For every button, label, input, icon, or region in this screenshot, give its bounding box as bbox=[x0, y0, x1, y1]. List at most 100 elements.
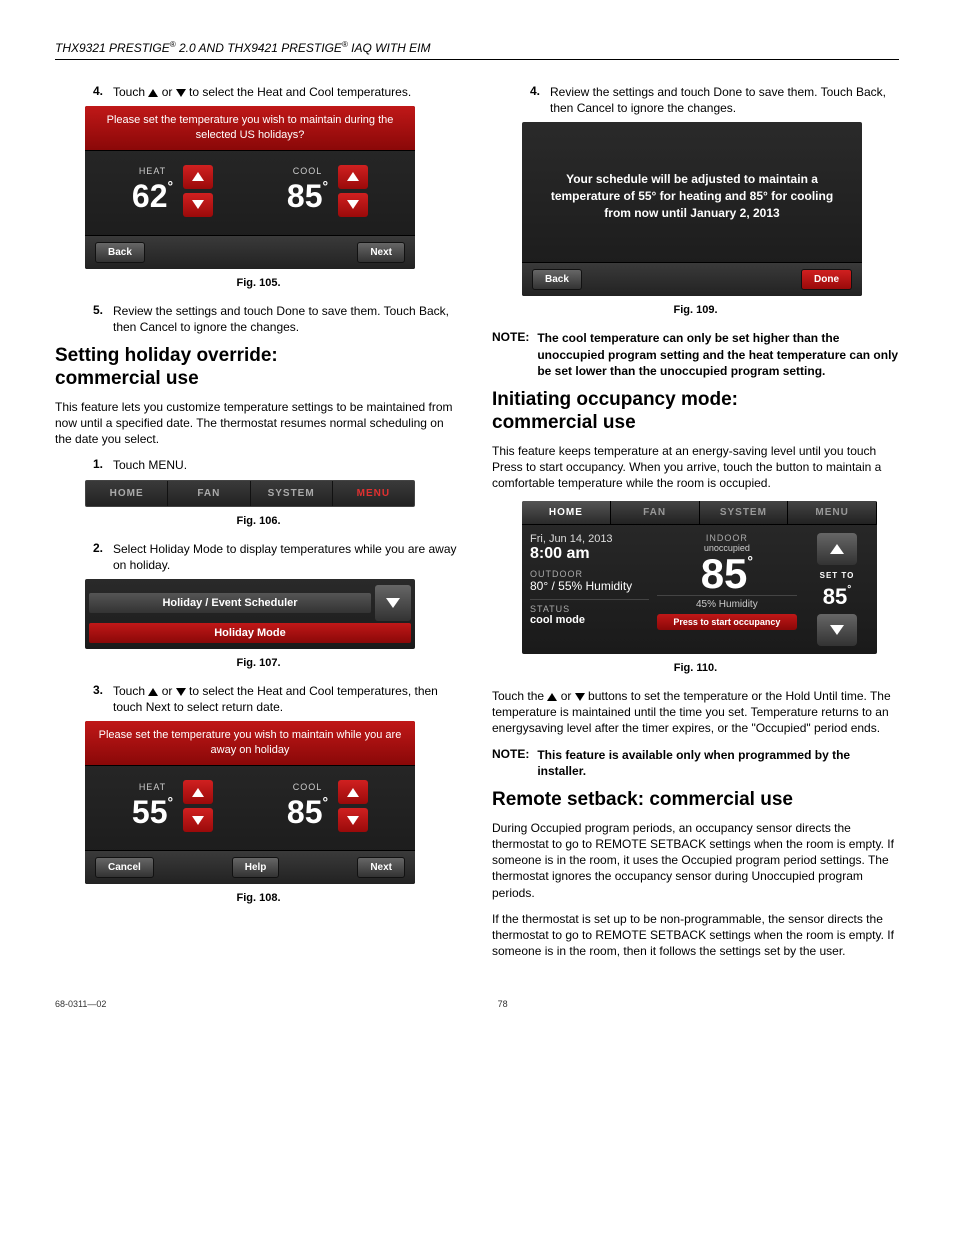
fig109-screen: Your schedule will be adjusted to mainta… bbox=[522, 122, 862, 296]
post-fig110-text: Touch the or buttons to set the temperat… bbox=[492, 688, 899, 737]
date: Fri, Jun 14, 2013 bbox=[530, 533, 649, 545]
note-2: NOTE: This feature is available only whe… bbox=[492, 747, 899, 779]
note-text: This feature is available only when prog… bbox=[537, 747, 899, 779]
tab-system[interactable]: SYSTEM bbox=[251, 481, 333, 506]
tab-menu[interactable]: MENU bbox=[333, 481, 414, 506]
back-button[interactable]: Back bbox=[95, 242, 145, 263]
scheduler-dropdown[interactable] bbox=[375, 585, 411, 621]
set-to-value: 85° bbox=[823, 584, 851, 610]
fig106-tabstrip: HOME FAN SYSTEM MENU bbox=[85, 480, 415, 507]
header-rule bbox=[55, 59, 899, 60]
temp-down-button[interactable] bbox=[817, 614, 857, 646]
time: 8:00 am bbox=[530, 545, 649, 563]
note-label: NOTE: bbox=[492, 747, 529, 779]
doc-number: 68-0311—02 bbox=[55, 999, 106, 1009]
tab-system[interactable]: SYSTEM bbox=[700, 501, 789, 524]
num: 4. bbox=[522, 84, 540, 116]
hdr-b: 2.0 AND THX9421 PRESTIGE bbox=[176, 41, 342, 55]
status-label: STATUS bbox=[530, 604, 649, 614]
schedule-message: Your schedule will be adjusted to mainta… bbox=[522, 122, 862, 262]
heat-label: HEAT bbox=[132, 166, 173, 176]
heat-down-button[interactable] bbox=[183, 193, 213, 217]
cancel-button[interactable]: Cancel bbox=[95, 857, 154, 878]
indoor-temp: 85° bbox=[657, 555, 797, 593]
note-label: NOTE: bbox=[492, 330, 529, 379]
txt: Select Holiday Mode to display temperatu… bbox=[113, 541, 462, 573]
fig107-scheduler: Holiday / Event Scheduler Holiday Mode bbox=[85, 579, 415, 649]
sec1-body: This feature lets you customize temperat… bbox=[55, 399, 462, 448]
prompt-bar: Please set the temperature you wish to m… bbox=[85, 721, 415, 766]
tab-fan[interactable]: FAN bbox=[611, 501, 700, 524]
txt: Review the settings and touch Done to sa… bbox=[113, 303, 462, 335]
status-value: cool mode bbox=[530, 614, 649, 626]
fig105-screen: Please set the temperature you wish to m… bbox=[85, 106, 415, 269]
set-to-label: SET TO bbox=[820, 571, 855, 580]
heat-label: HEAT bbox=[132, 782, 173, 792]
page-number: 78 bbox=[498, 999, 508, 1009]
sec3-p2: If the thermostat is set up to be non-pr… bbox=[492, 911, 899, 960]
num: 1. bbox=[85, 457, 103, 473]
press-to-start-button[interactable]: Press to start occupancy bbox=[657, 614, 797, 630]
fig108-screen: Please set the temperature you wish to m… bbox=[85, 721, 415, 884]
txt: Review the settings and touch Done to sa… bbox=[550, 84, 899, 116]
right-step-4: 4. Review the settings and touch Done to… bbox=[522, 84, 899, 116]
txt: Touch MENU. bbox=[113, 457, 462, 473]
fig110-home-screen: HOME FAN SYSTEM MENU Fri, Jun 14, 2013 8… bbox=[522, 501, 877, 654]
tab-menu[interactable]: MENU bbox=[788, 501, 877, 524]
outdoor-label: OUTDOOR bbox=[530, 569, 649, 579]
down-arrow-icon bbox=[575, 693, 585, 701]
tab-fan[interactable]: FAN bbox=[168, 481, 250, 506]
sec3-p1: During Occupied program periods, an occu… bbox=[492, 820, 899, 901]
cool-value: 85° bbox=[287, 794, 328, 831]
num: 5. bbox=[85, 303, 103, 335]
hdr-a: THX9321 PRESTIGE bbox=[55, 41, 170, 55]
section-occupancy-mode: Initiating occupancy mode: commercial us… bbox=[492, 389, 899, 435]
prompt-bar: Please set the temperature you wish to m… bbox=[85, 106, 415, 151]
sec2-body: This feature keeps temperature at an ene… bbox=[492, 443, 899, 492]
indoor-label: INDOOR bbox=[657, 533, 797, 543]
cool-down-button[interactable] bbox=[338, 808, 368, 832]
page-footer: 68-0311—02 78 bbox=[55, 999, 899, 1009]
next-button[interactable]: Next bbox=[357, 242, 405, 263]
note-1: NOTE: The cool temperature can only be s… bbox=[492, 330, 899, 379]
cool-up-button[interactable] bbox=[338, 165, 368, 189]
up-arrow-icon bbox=[148, 89, 158, 97]
down-arrow-icon bbox=[176, 89, 186, 97]
next-button[interactable]: Next bbox=[357, 857, 405, 878]
section-holiday-override: Setting holiday override: commercial use bbox=[55, 345, 462, 391]
left-step-1: 1. Touch MENU. bbox=[85, 457, 462, 473]
temp-up-button[interactable] bbox=[817, 533, 857, 565]
heat-up-button[interactable] bbox=[183, 165, 213, 189]
fig110-caption: Fig. 110. bbox=[492, 662, 899, 674]
page-header: THX9321 PRESTIGE® 2.0 AND THX9421 PRESTI… bbox=[55, 40, 899, 55]
txt: Touch or to select the Heat and Cool tem… bbox=[113, 84, 462, 100]
up-arrow-icon bbox=[547, 693, 557, 701]
outdoor-value: 80° / 55% Humidity bbox=[530, 579, 649, 593]
heat-value: 62° bbox=[132, 178, 173, 215]
num: 4. bbox=[85, 84, 103, 100]
heat-up-button[interactable] bbox=[183, 780, 213, 804]
done-button[interactable]: Done bbox=[801, 269, 852, 290]
left-step-2: 2. Select Holiday Mode to display temper… bbox=[85, 541, 462, 573]
back-button[interactable]: Back bbox=[532, 269, 582, 290]
cool-label: COOL bbox=[287, 782, 328, 792]
cool-label: COOL bbox=[287, 166, 328, 176]
num: 2. bbox=[85, 541, 103, 573]
hdr-c: IAQ WITH EIM bbox=[348, 41, 431, 55]
heat-value: 55° bbox=[132, 794, 173, 831]
tab-home[interactable]: HOME bbox=[86, 481, 168, 506]
help-button[interactable]: Help bbox=[232, 857, 280, 878]
holiday-mode-item[interactable]: Holiday Mode bbox=[89, 623, 411, 643]
down-arrow-icon bbox=[176, 688, 186, 696]
cool-down-button[interactable] bbox=[338, 193, 368, 217]
fig106-caption: Fig. 106. bbox=[55, 515, 462, 527]
fig109-caption: Fig. 109. bbox=[492, 304, 899, 316]
fig105-caption: Fig. 105. bbox=[55, 277, 462, 289]
fig107-caption: Fig. 107. bbox=[55, 657, 462, 669]
up-arrow-icon bbox=[148, 688, 158, 696]
num: 3. bbox=[85, 683, 103, 715]
left-step-3: 3. Touch or to select the Heat and Cool … bbox=[85, 683, 462, 715]
cool-up-button[interactable] bbox=[338, 780, 368, 804]
heat-down-button[interactable] bbox=[183, 808, 213, 832]
tab-home[interactable]: HOME bbox=[522, 501, 611, 524]
